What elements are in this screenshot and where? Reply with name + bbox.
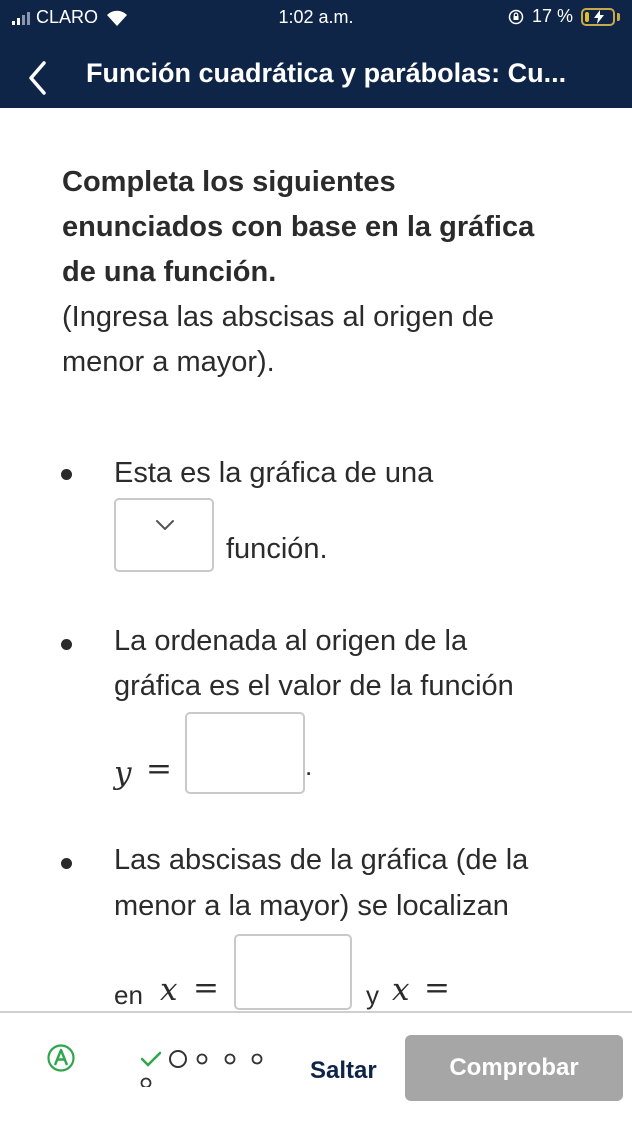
progress-step-pending [196,1053,208,1065]
battery-percent: 17 % [531,6,573,26]
orientation-lock-icon [508,9,524,24]
app-header: CLARO 1:02 a.m. 17 % Función cuadrática … [0,0,632,108]
chevron-down-icon [156,520,174,530]
nav-bar: Función cuadrática y parábolas: Cu... [0,44,632,100]
progress-indicator [140,1050,263,1087]
bullet-3-dot [61,858,72,869]
bullet-1-dot [61,469,72,480]
check-button[interactable]: Comprobar [405,1035,623,1101]
note-line-2: menor a mayor). [62,346,275,378]
bullet-3-en: en [114,980,143,1010]
instruction-line-3: de una función. [62,256,277,288]
function-type-dropdown[interactable] [114,498,214,572]
y-intercept-input[interactable] [185,712,305,794]
bullet-1-after: función. [226,533,328,565]
bullet-3-var-x2: x [392,972,410,1008]
question-text: Completa los siguientes enunciados con b… [62,160,582,385]
bullet-3-var-x1: x [160,972,178,1008]
bullet-2-line-1: La ordenada al origen de la [114,625,468,657]
back-chevron-icon[interactable] [26,60,48,96]
bullet-2-line-2: gráfica es el valor de la función [114,670,514,702]
bullet-3-equals-1: = [193,970,219,1006]
note-line-1: (Ingresa las abscisas al origen de [62,301,495,333]
battery-fill [585,11,589,22]
status-bar: CLARO 1:02 a.m. 17 % [0,0,632,34]
progress-step-current [169,1050,187,1068]
bullet-3-line-1: Las abscisas de la gráfica (de la [114,844,529,876]
progress-step-pending [224,1053,236,1065]
bullet-3-line-2: menor a la mayor) se localizan [114,890,509,922]
charging-bolt-icon [594,9,604,24]
progress-step-done [140,1051,162,1067]
instruction-line-1: Completa los siguientes [62,166,396,198]
bullet-3-y: y [366,980,379,1010]
battery-icon [581,7,615,26]
bullet-2-equals: = [146,751,172,787]
first-root-input[interactable] [234,934,352,1010]
page-title: Función cuadrática y parábolas: Cu... [86,58,567,88]
bullet-1-line-1: Esta es la gráfica de una [114,457,434,489]
progress-step-pending [140,1077,152,1087]
bullet-3-equals-2: = [424,970,450,1006]
footer-bar: Saltar Comprobar [0,1013,632,1122]
battery-tip [617,12,620,21]
progress-step-pending [251,1053,263,1065]
bullet-2-var-y: y [114,755,132,791]
status-right: 17 % [508,6,620,27]
bullet-2-dot [61,639,72,650]
bullet-2-period: . [305,751,313,781]
skip-button[interactable]: Saltar [310,1057,377,1085]
accessibility-icon[interactable] [47,1044,75,1072]
instruction-line-2: enunciados con base en la gráfica [62,211,535,243]
